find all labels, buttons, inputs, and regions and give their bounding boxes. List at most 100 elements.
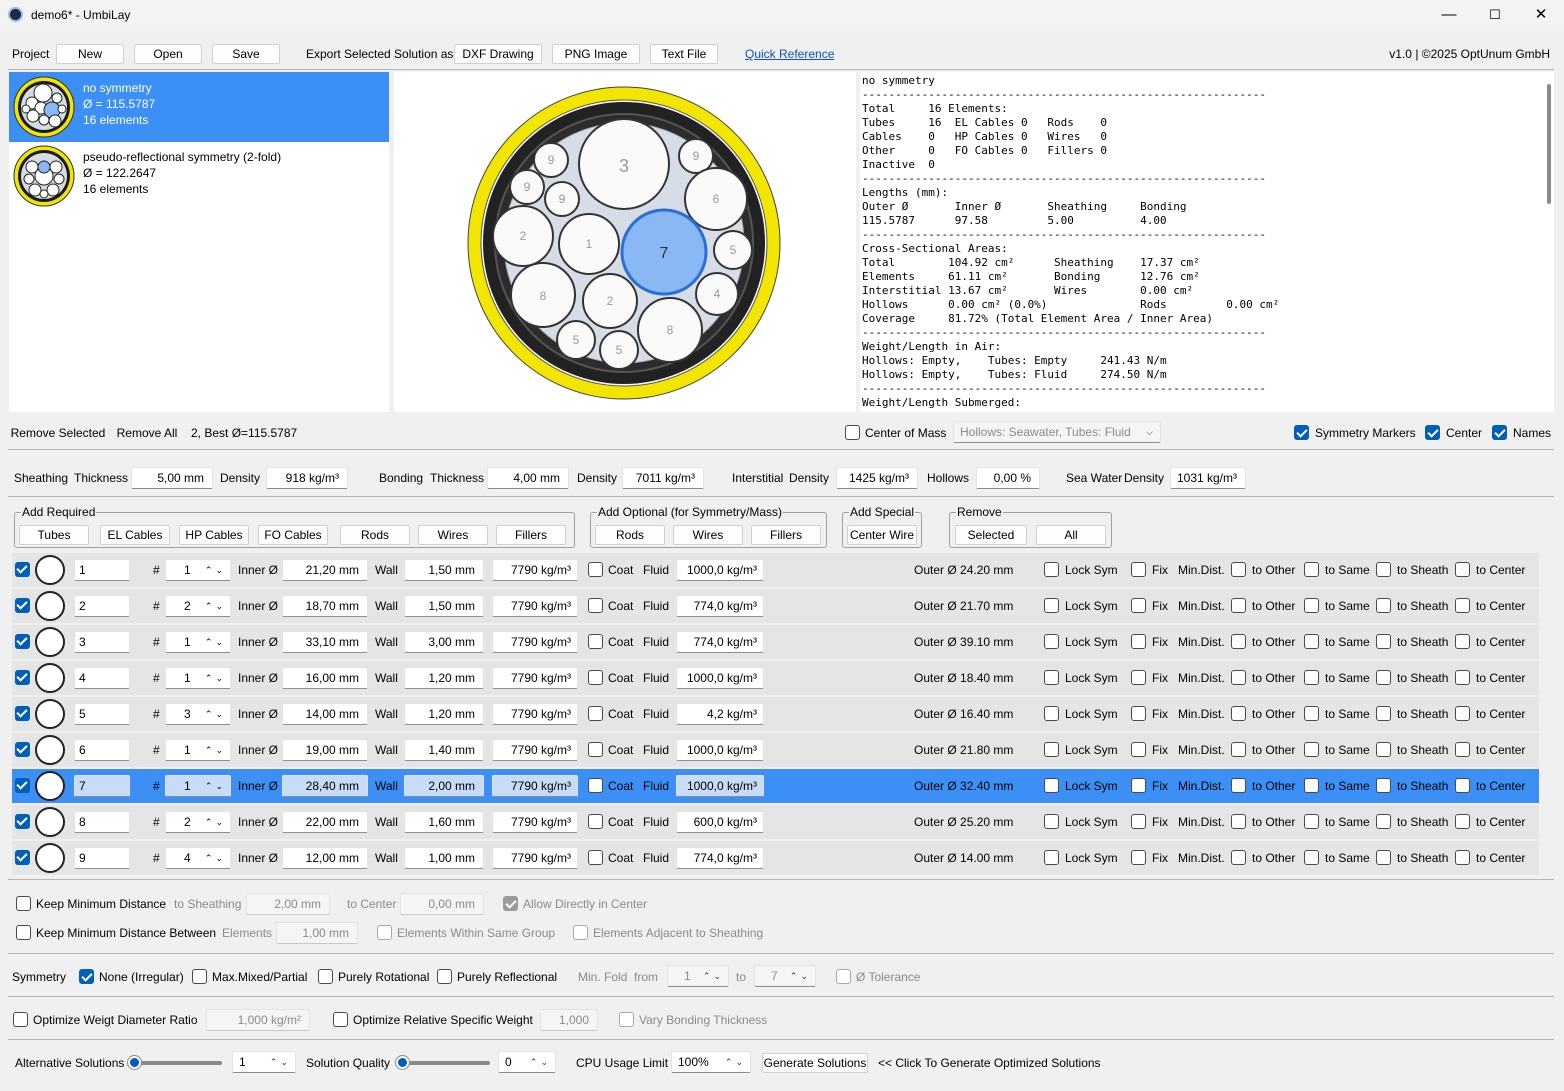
export-png-button[interactable]: PNG Image xyxy=(552,44,640,64)
to-center-input[interactable]: 0,00 mm xyxy=(400,893,484,915)
element-name-input[interactable]: 6 xyxy=(74,739,130,761)
weight-ratio-input[interactable]: 1,000 kg/m² xyxy=(206,1009,310,1031)
inner-diameter-input[interactable]: 16,00 mm xyxy=(282,667,368,689)
coat-checkbox[interactable] xyxy=(588,670,603,685)
element-count-spinner[interactable]: 4 ⌃⌄ xyxy=(165,847,231,869)
element-density-input[interactable]: 7790 kg/m³ xyxy=(492,667,578,689)
sheathing-thickness-input[interactable]: 5,00 mm xyxy=(131,467,213,489)
to-same-checkbox[interactable] xyxy=(1304,850,1319,865)
fix-checkbox[interactable] xyxy=(1131,778,1146,793)
add-fillers-button[interactable]: Fillers xyxy=(496,525,566,545)
to-same-checkbox[interactable] xyxy=(1304,634,1319,649)
element-density-input[interactable]: 7790 kg/m³ xyxy=(492,595,578,617)
element-count-spinner[interactable]: 3 ⌃⌄ xyxy=(165,703,231,725)
coat-checkbox[interactable] xyxy=(588,742,603,757)
inner-diameter-input[interactable]: 18,70 mm xyxy=(282,595,368,617)
to-center-checkbox[interactable] xyxy=(1455,634,1470,649)
coat-checkbox[interactable] xyxy=(588,634,603,649)
to-other-checkbox[interactable] xyxy=(1231,778,1246,793)
spinner-arrows-icon[interactable]: ⌃⌄ xyxy=(270,1052,291,1072)
to-same-checkbox[interactable] xyxy=(1304,742,1319,757)
solution-item[interactable]: pseudo-reflectional symmetry (2-fold) Ø … xyxy=(9,142,389,212)
add-el-cables-button[interactable]: EL Cables xyxy=(100,525,170,545)
alt-solutions-slider[interactable] xyxy=(130,1061,222,1065)
element-row[interactable]: 1 #1 ⌃⌄ Inner Ø 21,20 mm Wall 1,50 mm 7790 kg/m… xyxy=(12,553,1539,587)
element-name-input[interactable]: 2 xyxy=(74,595,130,617)
add-hp-cables-button[interactable]: HP Cables xyxy=(179,525,249,545)
fluid-density-input[interactable]: 774,0 kg/m³ xyxy=(676,595,764,617)
remove-selected-elements-button[interactable]: Selected xyxy=(955,525,1027,545)
to-other-checkbox[interactable] xyxy=(1231,634,1246,649)
fluid-density-input[interactable]: 4,2 kg/m³ xyxy=(676,703,764,725)
to-other-checkbox[interactable] xyxy=(1231,850,1246,865)
element-name-input[interactable]: 3 xyxy=(74,631,130,653)
add-center-wire-button[interactable]: Center Wire xyxy=(847,525,917,545)
solution-quality-spinner[interactable]: 0 ⌃⌄ xyxy=(498,1051,556,1073)
spinner-arrows-icon[interactable]: ⌃⌄ xyxy=(205,668,226,688)
fluid-density-input[interactable]: 1000,0 kg/m³ xyxy=(676,559,764,581)
solution-quality-slider[interactable] xyxy=(398,1061,490,1065)
to-sheath-checkbox[interactable] xyxy=(1376,814,1391,829)
element-count-spinner[interactable]: 1 ⌃⌄ xyxy=(165,631,231,653)
element-density-input[interactable]: 7790 kg/m³ xyxy=(492,739,578,761)
to-sheath-checkbox[interactable] xyxy=(1376,742,1391,757)
spinner-arrows-icon[interactable]: ⌃⌄ xyxy=(790,966,811,986)
fold-from-spinner[interactable]: 1 ⌃⌄ xyxy=(667,965,729,987)
element-count-spinner[interactable]: 1 ⌃⌄ xyxy=(165,667,231,689)
coat-checkbox[interactable] xyxy=(588,814,603,829)
export-dxf-button[interactable]: DXF Drawing xyxy=(454,44,542,64)
minimize-button[interactable]: — xyxy=(1426,0,1472,30)
interstitial-density-input[interactable]: 1425 kg/m³ xyxy=(836,467,918,489)
fix-checkbox[interactable] xyxy=(1131,670,1146,685)
alt-solutions-spinner[interactable]: 1 ⌃⌄ xyxy=(232,1051,296,1073)
element-active-checkbox[interactable] xyxy=(15,778,30,793)
wall-input[interactable]: 1,20 mm xyxy=(404,703,484,725)
element-active-checkbox[interactable] xyxy=(15,850,30,865)
report-scrollbar[interactable] xyxy=(1544,74,1554,412)
inner-diameter-input[interactable]: 12,00 mm xyxy=(282,847,368,869)
elements-distance-input[interactable]: 1,00 mm xyxy=(276,922,358,944)
fix-checkbox[interactable] xyxy=(1131,634,1146,649)
remove-selected-button[interactable]: Remove Selected xyxy=(9,423,107,443)
to-other-checkbox[interactable] xyxy=(1231,814,1246,829)
element-name-input[interactable]: 1 xyxy=(74,559,130,581)
solution-item[interactable]: no symmetry Ø = 115.5787 16 elements xyxy=(9,72,389,142)
adjacent-sheathing-checkbox[interactable] xyxy=(573,925,588,940)
inner-diameter-input[interactable]: 19,00 mm xyxy=(282,739,368,761)
lock-sym-checkbox[interactable] xyxy=(1044,742,1059,757)
element-name-input[interactable]: 8 xyxy=(74,811,130,833)
hollows-input[interactable]: 0,00 % xyxy=(976,467,1040,489)
to-center-checkbox[interactable] xyxy=(1455,814,1470,829)
to-same-checkbox[interactable] xyxy=(1304,706,1319,721)
element-row[interactable]: 9 #4 ⌃⌄ Inner Ø 12,00 mm Wall 1,00 mm 7790 kg/m… xyxy=(12,841,1539,875)
lock-sym-checkbox[interactable] xyxy=(1044,670,1059,685)
to-center-checkbox[interactable] xyxy=(1455,670,1470,685)
element-row[interactable]: 6 #1 ⌃⌄ Inner Ø 19,00 mm Wall 1,40 mm 7790 kg/m… xyxy=(12,733,1539,767)
within-group-checkbox[interactable] xyxy=(377,925,392,940)
bonding-density-input[interactable]: 7011 kg/m³ xyxy=(622,467,704,489)
wall-input[interactable]: 1,60 mm xyxy=(404,811,484,833)
optimize-weight-ratio-checkbox[interactable] xyxy=(13,1012,28,1027)
fix-checkbox[interactable] xyxy=(1131,850,1146,865)
element-density-input[interactable]: 7790 kg/m³ xyxy=(492,775,578,797)
remove-all-button[interactable]: Remove All xyxy=(113,423,181,443)
cpu-limit-spinner[interactable]: 100% ⌃⌄ xyxy=(671,1051,751,1073)
element-name-input[interactable]: 4 xyxy=(74,667,130,689)
add-wires-button[interactable]: Wires xyxy=(418,525,488,545)
bonding-thickness-input[interactable]: 4,00 mm xyxy=(487,467,569,489)
hollows-select[interactable]: Hollows: Seawater, Tubes: Fluid ⌵ xyxy=(953,421,1161,443)
spinner-arrows-icon[interactable]: ⌃⌄ xyxy=(205,560,226,580)
to-same-checkbox[interactable] xyxy=(1304,598,1319,613)
new-button[interactable]: New xyxy=(56,44,124,64)
fix-checkbox[interactable] xyxy=(1131,562,1146,577)
to-center-checkbox[interactable] xyxy=(1455,562,1470,577)
generate-solutions-button[interactable]: Generate Solutions xyxy=(762,1053,868,1073)
wall-input[interactable]: 1,50 mm xyxy=(404,559,484,581)
wall-input[interactable]: 3,00 mm xyxy=(404,631,484,653)
keep-min-between-checkbox[interactable] xyxy=(16,925,31,940)
lock-sym-checkbox[interactable] xyxy=(1044,814,1059,829)
lock-sym-checkbox[interactable] xyxy=(1044,778,1059,793)
tolerance-checkbox[interactable] xyxy=(836,969,851,984)
add-rods-button[interactable]: Rods xyxy=(340,525,410,545)
symmetry-markers-checkbox[interactable] xyxy=(1294,425,1309,440)
